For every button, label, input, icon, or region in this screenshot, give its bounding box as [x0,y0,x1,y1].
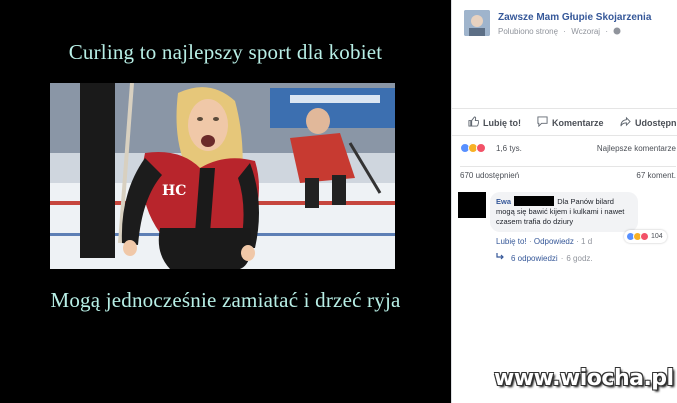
comment-like-link[interactable]: Lubię to! [496,237,527,246]
comment-button-label: Komentarze [552,117,604,128]
post-meta: Polubiono stronę · Wczoraj · [498,27,624,36]
replies-count: 6 odpowiedzi [511,253,558,263]
page-name-link[interactable]: Zawsze Mam Głupie Skojarzenia [498,12,651,23]
meta-separator: · [605,27,608,36]
jersey-letters: HC [162,183,186,199]
shares-row: 670 udostępnień 67 koment. [460,166,676,184]
like-button[interactable]: Lubię to! [468,116,521,129]
commenter-avatar[interactable] [458,192,486,218]
comment-time[interactable]: 1 d [581,237,592,246]
replies-link[interactable]: 6 odpowiedzi · 6 godz. [496,253,593,263]
page-avatar[interactable] [464,10,490,36]
comment-author[interactable]: Ewa [496,197,511,206]
love-reaction-icon [476,143,486,153]
like-button-label: Lubię to! [483,117,521,128]
reaction-count[interactable]: 1,6 tys. [496,144,522,153]
share-button[interactable]: Udostępnij [620,116,677,129]
post-action-bar: Lubię to! Komentarze Udostępnij [452,108,677,136]
meme-caption-bottom: Mogą jednocześnie zamiatać i drzeć ryja [50,288,401,312]
separator: · [528,237,532,246]
separator: · [560,253,564,263]
comment-bubble: Ewa Dla Panów bilard mogą się bawić kije… [490,192,638,232]
comments-count[interactable]: 67 koment. [636,171,676,180]
meta-separator: · [563,27,566,36]
top-comments-filter[interactable]: Najlepsze komentarze [597,144,676,153]
comment-reply-link[interactable]: Odpowiedz [534,237,574,246]
comment-item: Ewa Dla Panów bilard mogą się bawić kije… [456,190,676,263]
share-arrow-icon [620,116,635,129]
post-timestamp[interactable]: Wczoraj [571,27,600,36]
curling-photo-illustration: HC [50,83,395,269]
site-watermark: www.wiocha.pl [494,366,674,391]
facebook-post-panel: Zawsze Mam Głupie Skojarzenia Polubiono … [451,0,677,403]
replies-time: 6 godz. [566,253,593,263]
liked-page-status[interactable]: Polubiono stronę [498,27,558,36]
love-reaction-icon [640,232,649,241]
reply-arrow-icon [496,253,505,263]
reactions-summary[interactable]: 1,6 tys. Najlepsze komentarze [460,143,676,157]
comment-reactions[interactable]: 104 [624,230,667,243]
comment-actions: Lubię to! · Odpowiedz · 1 d [496,237,592,246]
comment-reaction-count: 104 [651,233,663,240]
curling-photo: HC [50,83,395,269]
share-button-label: Udostępnij [635,117,677,128]
meme-caption-top: Curling to najlepszy sport dla kobiet [68,40,383,64]
meme-panel: Curling to najlepszy sport dla kobiet HC… [0,0,451,403]
globe-icon [613,27,621,36]
thumbs-up-icon [468,116,483,129]
comment-bubble-icon [537,116,552,129]
separator: · [576,237,579,246]
facebook-post: Zawsze Mam Głupie Skojarzenia Polubiono … [452,0,677,266]
comment-button[interactable]: Komentarze [537,116,604,129]
reaction-icons [460,143,486,153]
shares-count[interactable]: 670 udostępnień [460,171,519,180]
page-avatar-image [464,10,490,36]
redacted-surname [514,196,555,206]
